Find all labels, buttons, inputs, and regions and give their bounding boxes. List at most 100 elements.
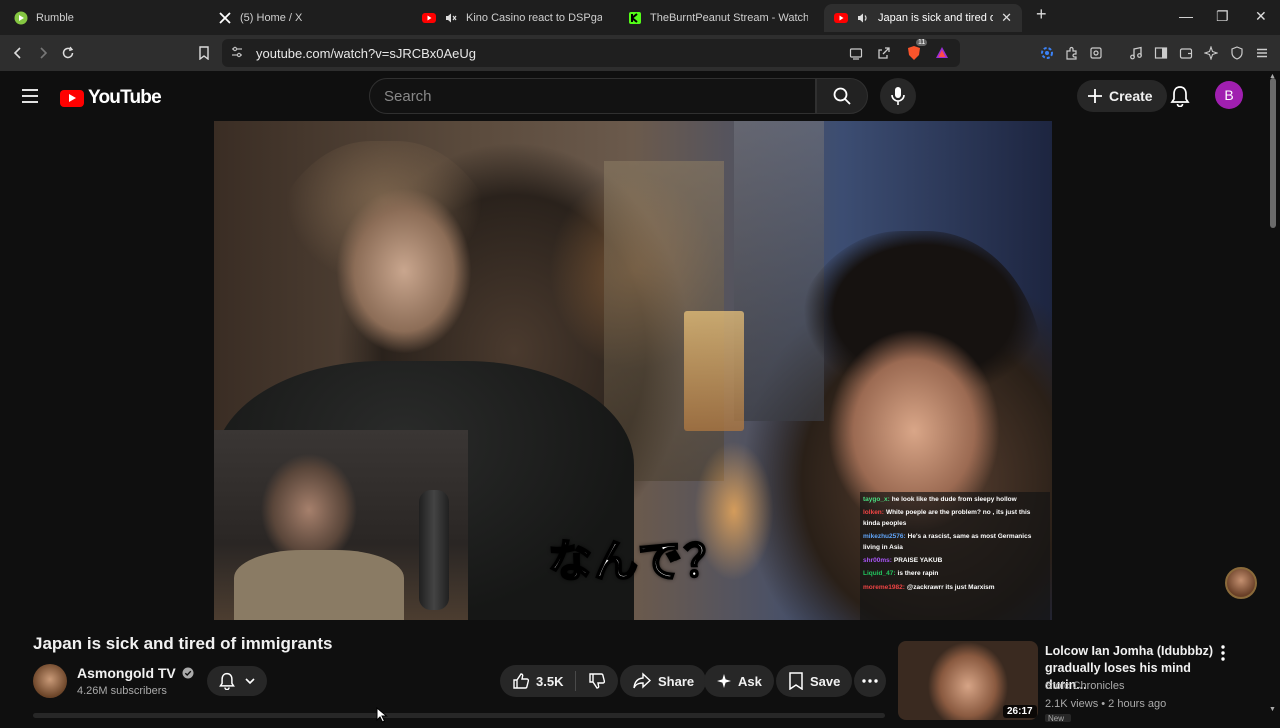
recommended-channel-name[interactable]: Stoic Chronicles [1045,680,1124,692]
ask-button[interactable]: Ask [704,665,774,697]
chat-message: mikezhu2576: He's a rascist, same as most… [863,532,1047,553]
url-text: youtube.com/watch?v=sJRCBx0AeUg [256,45,477,61]
kick-logo-icon [628,11,642,25]
search-button[interactable] [816,78,868,114]
plus-icon [1088,89,1102,103]
youtube-header: YouTube Search Create B [0,71,1280,121]
subscription-notifications-button[interactable] [207,666,267,696]
share-button[interactable]: Share [620,665,707,697]
thumbs-down-icon [589,673,606,689]
forward-button[interactable] [33,43,53,63]
speaker-icon[interactable] [856,11,870,25]
brave-rewards-icon[interactable] [932,43,952,63]
chat-text: he look like the dude from sleepy hollow [891,496,1017,503]
account-avatar[interactable]: B [1215,81,1243,109]
description-box-edge [33,713,885,718]
chat-message: Liquid_47: is there rapin [863,569,1047,579]
extensions-puzzle-icon[interactable] [1062,43,1082,63]
brave-shields-icon[interactable]: 11 [904,39,928,63]
voice-search-button[interactable] [880,78,916,114]
leo-ai-icon[interactable] [1201,43,1221,63]
new-tab-button[interactable]: + [1036,4,1047,25]
wallet-icon[interactable] [1176,43,1196,63]
tab-x-home[interactable]: (5) Home / X [208,4,408,32]
video-player[interactable]: なんで？ taygo_x: he look like the dude from … [214,121,1052,620]
like-count: 3.5K [536,673,564,689]
media-music-icon[interactable] [1126,43,1146,63]
save-bookmark-icon [789,672,803,690]
scroll-down-arrow[interactable]: ▼ [1269,706,1276,713]
more-vertical-icon[interactable] [1221,645,1225,666]
webcam-microphone [419,490,449,610]
browser-toolbar: youtube.com/watch?v=sJRCBx0AeUg 11 [0,35,1280,71]
tab-label: Kino Casino react to DSPgaming's [466,12,602,24]
channel-name-text: Asmongold TV [77,665,176,681]
youtube-logo[interactable]: YouTube [60,87,162,109]
notifications-bell-icon[interactable] [1170,85,1190,112]
bell-icon [219,672,235,690]
bookmark-icon[interactable] [194,43,214,63]
tab-label: Rumble [36,12,74,24]
chevron-down-icon [245,678,255,685]
create-label: Create [1109,88,1153,104]
minimize-button[interactable]: — [1179,8,1193,24]
ask-label: Ask [738,673,762,689]
more-horizontal-icon [862,679,878,683]
browser-menu-icon[interactable] [1252,43,1272,63]
tab-label: TheBurntPeanut Stream - Watch Live [650,12,808,24]
chat-text: @zackrawrr its just Marxism [906,583,995,591]
youtube-favicon-icon [834,11,848,25]
tab-japan-video[interactable]: Japan is sick and tired of imm ✕ [824,4,1022,32]
guide-menu-icon[interactable] [20,87,40,110]
save-button[interactable]: Save [776,665,853,697]
sidebar-toggle-icon[interactable] [1151,43,1171,63]
close-tab-icon[interactable]: ✕ [1001,10,1012,26]
streamer-webcam-overlay [214,430,468,620]
chat-username: taygo_x: [863,496,890,503]
channel-name[interactable]: Asmongold TV [77,665,194,681]
more-actions-button[interactable] [854,665,886,697]
like-button[interactable]: 3.5K [500,665,575,697]
site-settings-icon[interactable] [230,45,244,62]
install-app-icon[interactable] [846,43,866,63]
extension-box-icon[interactable] [1086,43,1106,63]
video-duration-badge: 26:17 [1003,705,1037,718]
chat-username: lolken: [863,509,884,517]
search-input[interactable]: Search [369,78,816,114]
browser-tab-strip: Rumble (5) Home / X Kino Casino react to… [0,0,1280,35]
youtube-wordmark: YouTube [88,87,162,108]
youtube-favicon-icon [422,11,436,25]
x-logo-icon [218,11,232,25]
stream-chat-overlay: taygo_x: he look like the dude from sleep… [860,492,1050,620]
channel-avatar[interactable] [33,664,67,698]
muted-speaker-icon[interactable] [444,11,458,25]
chat-message: lolken: White poeple are the problem? no … [863,508,1047,529]
extension-blue-icon[interactable] [1037,43,1057,63]
dislike-button[interactable] [576,665,618,697]
video-title: Japan is sick and tired of immigrants [33,634,333,653]
shields-count-badge: 11 [916,39,928,46]
share-page-icon[interactable] [874,43,894,63]
page-scrollbar-thumb[interactable] [1270,78,1276,228]
rumble-icon [14,11,28,25]
close-window-button[interactable]: ✕ [1255,8,1267,25]
share-label: Share [658,673,695,689]
vpn-shield-icon[interactable] [1227,43,1247,63]
back-button[interactable] [8,43,28,63]
reload-button[interactable] [58,43,78,63]
channel-watermark-avatar[interactable] [1225,567,1257,599]
recommended-video-meta: 2.1K views • 2 hours ago [1045,698,1167,710]
chat-text: White poeple are the problem? no , its j… [863,509,1031,527]
tab-kino-casino[interactable]: Kino Casino react to DSPgaming's [412,4,612,32]
restore-button[interactable]: ❐ [1216,8,1229,25]
microphone-icon [891,87,905,105]
tab-label: Japan is sick and tired of imm [878,12,994,24]
mouse-cursor-icon [376,706,388,728]
tab-rumble[interactable]: Rumble [4,4,204,32]
chat-message: moreme1982: @zackrawrr its just Marxism [863,583,1047,593]
share-arrow-icon [633,672,652,689]
tab-burntpeanut[interactable]: TheBurntPeanut Stream - Watch Live [618,4,818,32]
save-label: Save [810,673,841,689]
new-badge: New [1045,714,1071,722]
create-button[interactable]: Create [1077,80,1167,112]
